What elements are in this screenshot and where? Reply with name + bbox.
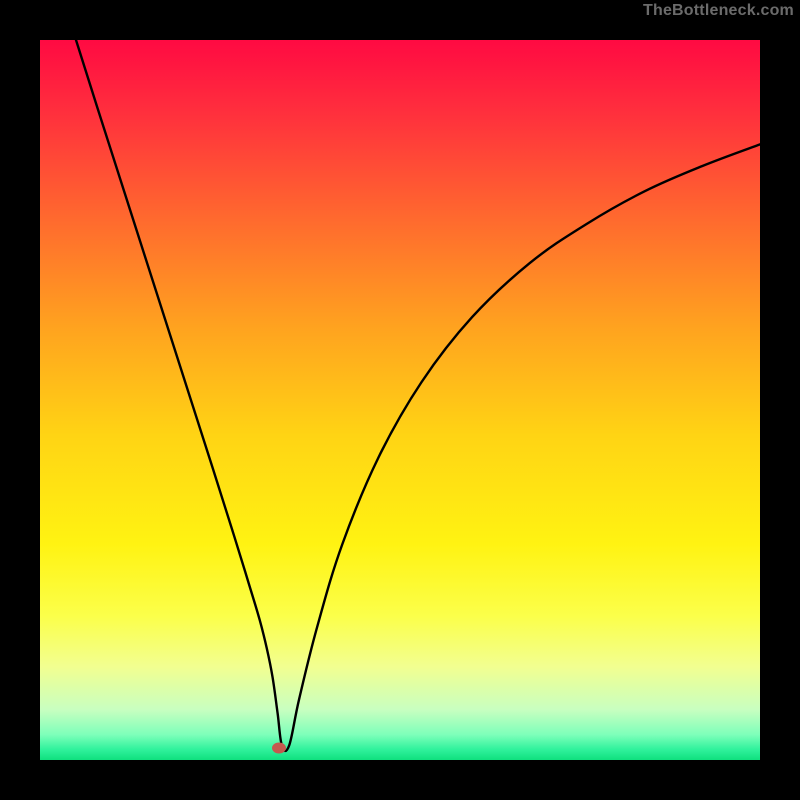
bottleneck-curve [76,40,765,751]
bottleneck-point-marker [272,743,286,754]
watermark: TheBottleneck.com [643,2,794,20]
plot-area [40,40,760,760]
curve-layer [40,40,760,760]
chart-stage: TheBottleneck.com [0,0,800,800]
